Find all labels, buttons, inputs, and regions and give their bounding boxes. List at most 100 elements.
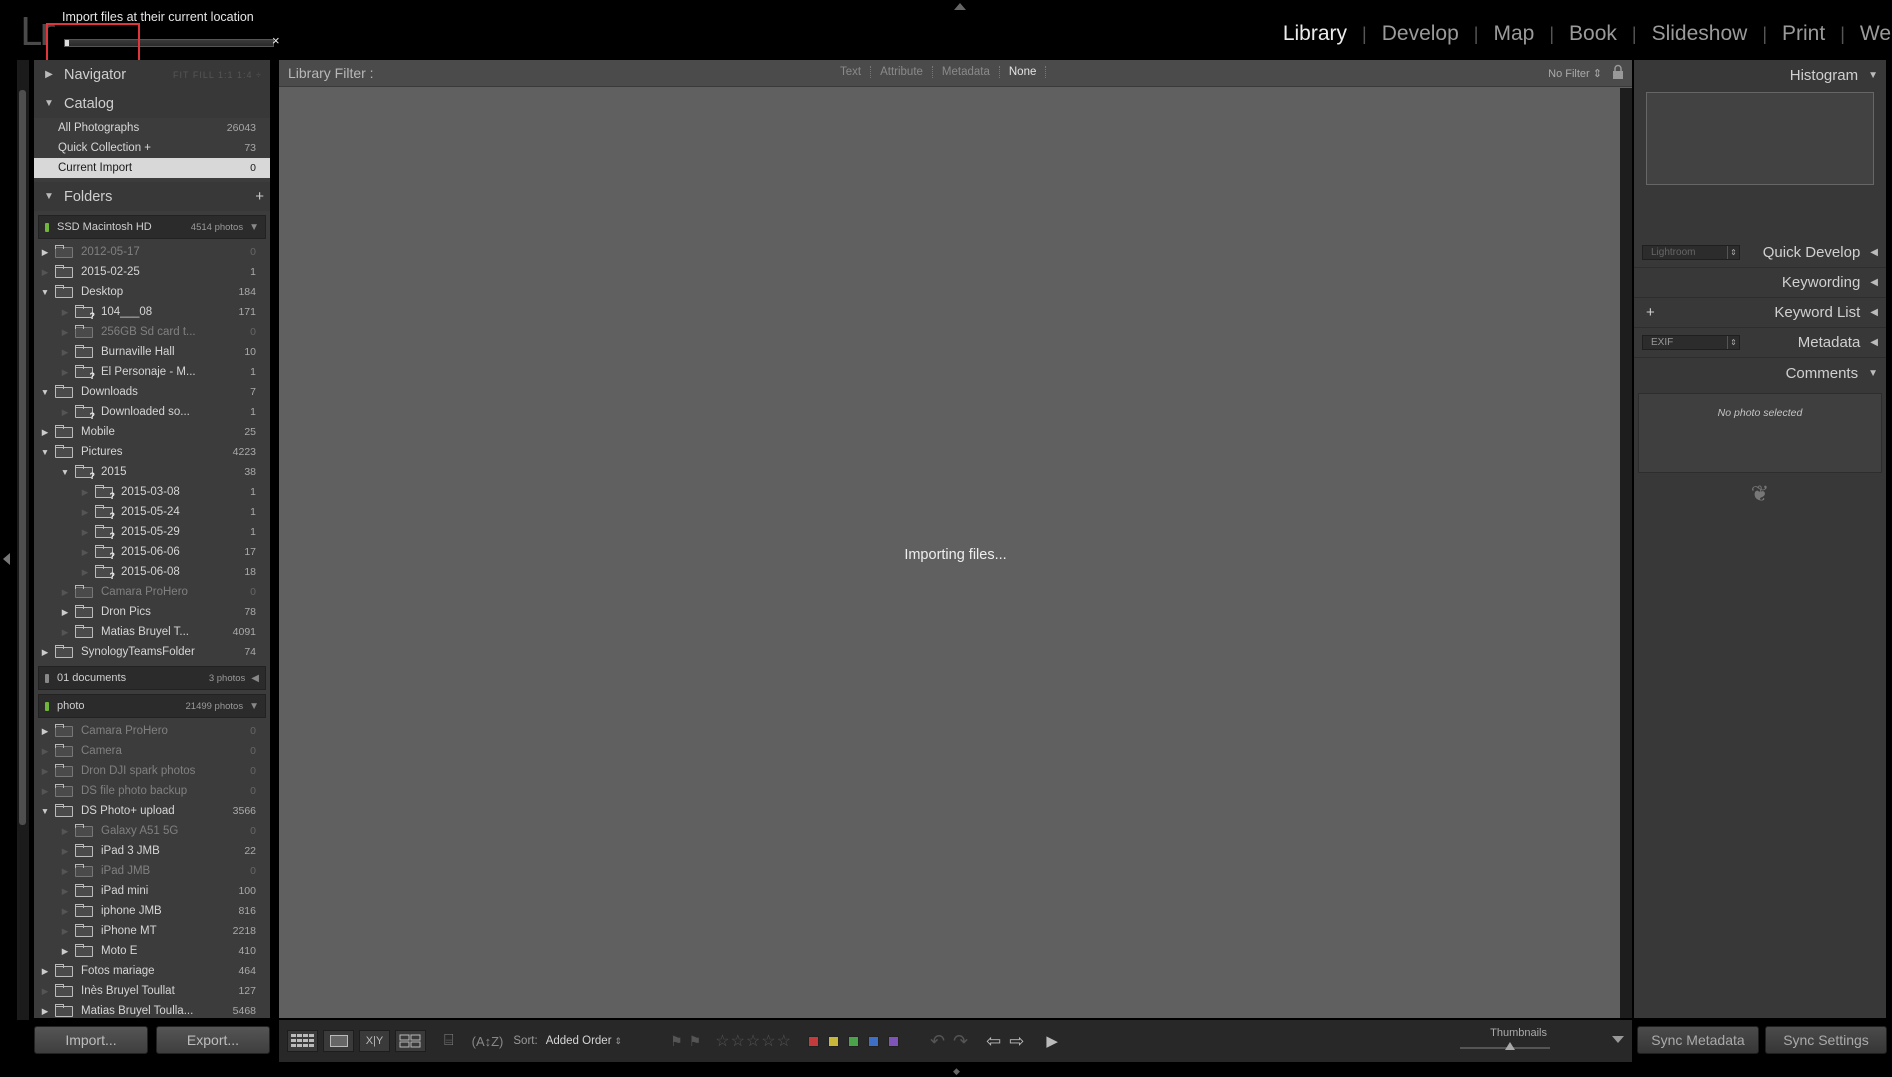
catalog-header[interactable]: ▼ Catalog — [34, 89, 270, 118]
rotate-right-icon[interactable]: ↷ — [953, 1031, 968, 1052]
disclosure-triangle-icon[interactable]: ▶ — [38, 726, 52, 737]
sort-chevron-icon[interactable]: ⇕ — [615, 1036, 623, 1047]
disclosure-triangle-icon[interactable]: ▶ — [58, 607, 72, 618]
metadata-preset-select[interactable]: EXIF ⇕ — [1642, 335, 1740, 350]
disclosure-triangle-icon[interactable]: ▶ — [38, 647, 52, 658]
grid-scrollbar[interactable] — [1620, 88, 1632, 1018]
folder-row[interactable]: ▶ 2015-06-06 17 — [34, 542, 270, 562]
module-slideshow[interactable]: Slideshow — [1637, 22, 1763, 46]
import-button[interactable]: Import... — [34, 1026, 148, 1054]
folder-row[interactable]: ▶ 2015-05-24 1 — [34, 502, 270, 522]
module-library[interactable]: Library — [1268, 22, 1362, 46]
folder-row[interactable]: ▶ iPad mini 100 — [34, 881, 270, 901]
quick-develop-header[interactable]: Lightroom ⇕ Quick Develop ◀ — [1634, 238, 1886, 268]
sync-metadata-button[interactable]: Sync Metadata — [1637, 1026, 1759, 1054]
compare-view-icon[interactable]: X|Y — [359, 1030, 390, 1052]
keywording-header[interactable]: Keywording ◀ — [1634, 268, 1886, 298]
previous-photo-icon[interactable]: ⇦ — [986, 1031, 1001, 1052]
grid-view[interactable]: Library Filter : Text Attribute Metadata No… — [279, 60, 1632, 1018]
flag-icon[interactable]: ⚑ — [670, 1033, 683, 1050]
sync-settings-button[interactable]: Sync Settings — [1765, 1026, 1887, 1054]
folder-row[interactable]: ▶ Matias Bruyel Toulla... 5468 — [34, 1001, 270, 1018]
volume-toggle-icon[interactable]: ▼ — [249, 222, 265, 233]
folder-row[interactable]: ▶ Galaxy A51 5G 0 — [34, 821, 270, 841]
add-folder-icon[interactable]: + — [255, 188, 264, 205]
folder-row[interactable]: ▶ Matias Bruyel T... 4091 — [34, 622, 270, 642]
folder-row[interactable]: ▶ Dron DJI spark photos 0 — [34, 761, 270, 781]
folder-row[interactable]: ▶ Burnaville Hall 10 — [34, 342, 270, 362]
disclosure-triangle-icon[interactable]: ▶ — [38, 427, 52, 438]
folder-row[interactable]: ▶ Inès Bruyel Toullat 127 — [34, 981, 270, 1001]
disclosure-triangle-icon[interactable]: ▼ — [38, 287, 52, 297]
navigator-header[interactable]: ▶ Navigator FIT FILL 1:1 1:4 ÷ — [34, 60, 270, 89]
thumbnail-size-knob[interactable] — [1505, 1042, 1515, 1050]
volume-header[interactable]: 01 documents 3 photos ◀ — [38, 666, 266, 690]
grid-view-icon[interactable] — [287, 1030, 318, 1052]
module-develop[interactable]: Develop — [1367, 22, 1474, 46]
left-panel-scrollbar[interactable] — [17, 60, 29, 1020]
metadata-header[interactable]: EXIF ⇕ Metadata ◀ — [1634, 328, 1886, 358]
disclosure-triangle-icon[interactable]: ▼ — [38, 387, 52, 397]
folder-row[interactable]: ▼ 2015 38 — [34, 462, 270, 482]
folder-row[interactable]: ▼ Pictures 4223 — [34, 442, 270, 462]
saved-preset-select[interactable]: Lightroom ⇕ — [1642, 245, 1740, 260]
star-rating[interactable]: ☆☆☆☆☆ — [715, 1031, 792, 1051]
collapse-left-icon[interactable] — [3, 553, 10, 565]
collapse-top-icon[interactable] — [954, 3, 966, 10]
reject-flag-icon[interactable]: ⚑ — [689, 1033, 702, 1050]
folder-row[interactable]: ▶ 2015-06-08 18 — [34, 562, 270, 582]
module-print[interactable]: Print — [1767, 22, 1840, 46]
color-label-swatch[interactable] — [847, 1035, 859, 1047]
disclosure-triangle-icon[interactable]: ▶ — [38, 247, 52, 258]
folder-row[interactable]: ▶ Fotos mariage 464 — [34, 961, 270, 981]
color-label-swatch[interactable] — [807, 1035, 819, 1047]
folder-row[interactable]: ▶ Mobile 25 — [34, 422, 270, 442]
folder-row[interactable]: ▶ El Personaje - M... 1 — [34, 362, 270, 382]
folder-row[interactable]: ▶ Moto E 410 — [34, 941, 270, 961]
volume-toggle-icon[interactable]: ◀ — [251, 673, 265, 684]
histogram-header[interactable]: Histogram ▼ — [1634, 60, 1886, 90]
disclosure-triangle-icon[interactable]: ▼ — [38, 447, 52, 457]
folder-row[interactable]: ▶ iphone JMB 816 — [34, 901, 270, 921]
folder-row[interactable]: ▶ Camera 0 — [34, 741, 270, 761]
filter-tab-metadata[interactable]: Metadata — [933, 66, 1000, 78]
play-slideshow-icon[interactable]: ▶ — [1046, 1032, 1058, 1050]
folder-row[interactable]: ▶ Dron Pics 78 — [34, 602, 270, 622]
next-photo-icon[interactable]: ⇨ — [1009, 1031, 1024, 1052]
folder-row[interactable]: ▶ Downloaded so... 1 — [34, 402, 270, 422]
filter-preset-select[interactable]: No Filter ⇕ — [1548, 67, 1602, 80]
filter-tab-text[interactable]: Text — [831, 66, 872, 78]
color-label-swatch[interactable] — [867, 1035, 879, 1047]
folder-row[interactable]: ▶ 256GB Sd card t... 0 — [34, 322, 270, 342]
scrollbar-thumb[interactable] — [19, 90, 26, 825]
painter-icon[interactable]: ⌸ — [444, 1032, 454, 1050]
catalog-item[interactable]: All Photographs 26043 — [34, 118, 270, 138]
disclosure-triangle-icon[interactable]: ▶ — [38, 1006, 52, 1017]
rotate-left-icon[interactable]: ↶ — [930, 1031, 945, 1052]
folder-row[interactable]: ▼ Downloads 7 — [34, 382, 270, 402]
loupe-view-icon[interactable] — [323, 1030, 354, 1052]
filter-tab-attribute[interactable]: Attribute — [871, 66, 933, 78]
folder-row[interactable]: ▶ iPad 3 JMB 22 — [34, 841, 270, 861]
survey-view-icon[interactable] — [395, 1030, 426, 1052]
folder-row[interactable]: ▶ SynologyTeamsFolder 74 — [34, 642, 270, 662]
toolbar-menu-icon[interactable] — [1612, 1036, 1624, 1043]
folder-row[interactable]: ▶ iPad JMB 0 — [34, 861, 270, 881]
disclosure-triangle-icon[interactable]: ▼ — [38, 806, 52, 816]
volume-header[interactable]: SSD Macintosh HD 4514 photos ▼ — [38, 215, 266, 239]
folder-row[interactable]: ▶ 2015-02-25 1 — [34, 262, 270, 282]
folder-row[interactable]: ▼ Desktop 184 — [34, 282, 270, 302]
cancel-import-icon[interactable]: × — [272, 33, 280, 48]
module-map[interactable]: Map — [1478, 22, 1549, 46]
folders-header[interactable]: ▼ Folders + — [34, 182, 270, 211]
module-book[interactable]: Book — [1554, 22, 1632, 46]
catalog-item[interactable]: Quick Collection + 73 — [34, 138, 270, 158]
volume-toggle-icon[interactable]: ▼ — [249, 701, 265, 712]
navigator-zoom-options[interactable]: FIT FILL 1:1 1:4 ÷ — [173, 70, 262, 80]
disclosure-triangle-icon[interactable]: ▼ — [58, 467, 72, 477]
add-keyword-icon[interactable]: + — [1646, 304, 1655, 321]
sort-direction-icon[interactable]: (A↕Z) — [472, 1034, 504, 1049]
folder-row[interactable]: ▶ 2012-05-17 0 — [34, 242, 270, 262]
folder-row[interactable]: ▶ 2015-05-29 1 — [34, 522, 270, 542]
disclosure-triangle-icon[interactable]: ▶ — [38, 966, 52, 977]
